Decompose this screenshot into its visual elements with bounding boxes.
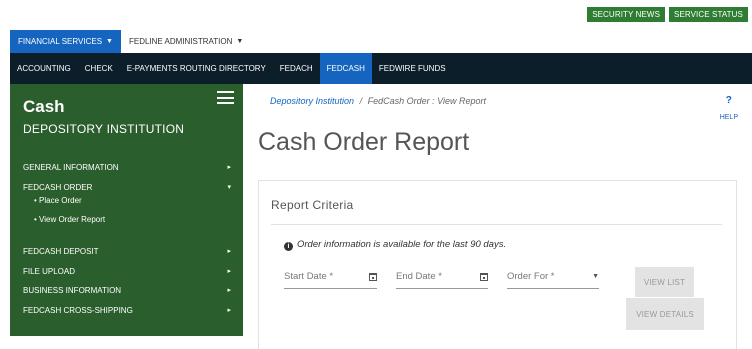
sidebar-item-label: BUSINESS INFORMATION	[23, 286, 122, 295]
calendar-icon[interactable]	[480, 273, 488, 281]
chevron-right-icon: ▸	[227, 268, 231, 275]
tab-e-payments-routing-directory[interactable]: E-PAYMENTS ROUTING DIRECTORY	[120, 53, 273, 84]
nav-financial-services[interactable]: FINANCIAL SERVICES ▼	[10, 30, 121, 53]
breadcrumb-current: FedCash Order : View Report	[367, 96, 486, 106]
start-date-field[interactable]: Start Date *	[284, 271, 377, 289]
sidebar-item-label: FEDCASH ORDER	[23, 183, 93, 192]
sidebar-item-label: FILE UPLOAD	[23, 267, 76, 276]
breadcrumb-separator: /	[359, 96, 363, 106]
sidebar-item-business-information[interactable]: BUSINESS INFORMATION ▸	[23, 286, 231, 295]
info-text: Order information is available for the l…	[297, 239, 507, 250]
breadcrumb-link-depository-institution[interactable]: Depository Institution	[270, 96, 354, 106]
chevron-right-icon: ▸	[227, 287, 231, 294]
sidebar-item-fedcash-cross-shipping[interactable]: FEDCASH CROSS-SHIPPING ▸	[23, 306, 231, 315]
security-news-button[interactable]: SECURITY NEWS	[587, 7, 666, 22]
caret-down-icon: ▼	[592, 273, 599, 280]
nav-financial-services-label: FINANCIAL SERVICES	[18, 37, 103, 46]
calendar-icon[interactable]	[369, 273, 377, 281]
question-icon: ?	[725, 95, 732, 106]
start-date-label: Start Date *	[284, 271, 334, 282]
chevron-right-icon: ▸	[227, 307, 231, 314]
end-date-field[interactable]: End Date *	[396, 271, 488, 289]
view-details-button[interactable]: VIEW DETAILS	[626, 298, 704, 330]
chevron-down-icon: ▾	[227, 184, 231, 191]
tab-accounting[interactable]: ACCOUNTING	[10, 53, 78, 84]
nav-fedline-administration-label: FEDLINE ADMINISTRATION	[128, 37, 233, 46]
primary-nav: FINANCIAL SERVICES ▼ FEDLINE ADMINISTRAT…	[10, 30, 251, 53]
caret-down-icon: ▼	[106, 38, 113, 45]
help-label: HELP	[719, 114, 738, 121]
order-for-label: Order For *	[507, 271, 555, 282]
nav-fedline-administration[interactable]: FEDLINE ADMINISTRATION ▼	[121, 30, 251, 53]
sidebar-subitem-view-order-report[interactable]: • View Order Report	[34, 215, 105, 224]
help-link[interactable]: ? HELP	[720, 95, 738, 124]
chevron-right-icon: ▸	[227, 164, 231, 171]
panel-title: Report Criteria	[271, 198, 354, 212]
sidebar-subtitle: DEPOSITORY INSTITUTION	[23, 122, 185, 136]
sidebar-item-fedcash-deposit[interactable]: FEDCASH DEPOSIT ▸	[23, 247, 231, 256]
order-for-select[interactable]: Order For * ▼	[507, 271, 599, 289]
tab-fedwire-funds[interactable]: FEDWIRE FUNDS	[372, 53, 453, 84]
service-status-button[interactable]: SERVICE STATUS	[669, 7, 748, 22]
report-criteria-panel: Report Criteria i Order information is av…	[258, 180, 737, 349]
caret-down-icon: ▼	[236, 38, 244, 45]
sidebar-item-label: FEDCASH DEPOSIT	[23, 247, 99, 256]
info-message: i Order information is available for the …	[284, 239, 506, 251]
utility-bar: SECURITY NEWS SERVICE STATUS	[587, 7, 748, 22]
sidebar: Cash DEPOSITORY INSTITUTION GENERAL INFO…	[10, 84, 243, 336]
end-date-label: End Date *	[396, 271, 442, 282]
sidebar-item-label: GENERAL INFORMATION	[23, 163, 119, 172]
sidebar-title: Cash	[23, 97, 65, 116]
sidebar-item-general-information[interactable]: GENERAL INFORMATION ▸	[23, 163, 231, 172]
tab-fedach[interactable]: FEDACH	[273, 53, 320, 84]
divider	[271, 224, 722, 225]
view-list-button[interactable]: VIEW LIST	[635, 267, 694, 297]
breadcrumb: Depository Institution / FedCash Order :…	[270, 96, 486, 106]
sidebar-subitem-place-order[interactable]: • Place Order	[34, 196, 82, 205]
hamburger-menu-icon[interactable]	[217, 91, 234, 104]
chevron-right-icon: ▸	[227, 248, 231, 255]
sidebar-item-fedcash-order[interactable]: FEDCASH ORDER ▾	[23, 183, 231, 192]
info-icon: i	[284, 242, 293, 251]
sidebar-item-label: FEDCASH CROSS-SHIPPING	[23, 306, 133, 315]
tab-check[interactable]: CHECK	[78, 53, 120, 84]
sidebar-item-file-upload[interactable]: FILE UPLOAD ▸	[23, 267, 231, 276]
tab-fedcash[interactable]: FEDCASH	[319, 53, 372, 84]
page-title: Cash Order Report	[258, 128, 470, 156]
secondary-nav: ACCOUNTING CHECK E-PAYMENTS ROUTING DIRE…	[10, 53, 752, 84]
